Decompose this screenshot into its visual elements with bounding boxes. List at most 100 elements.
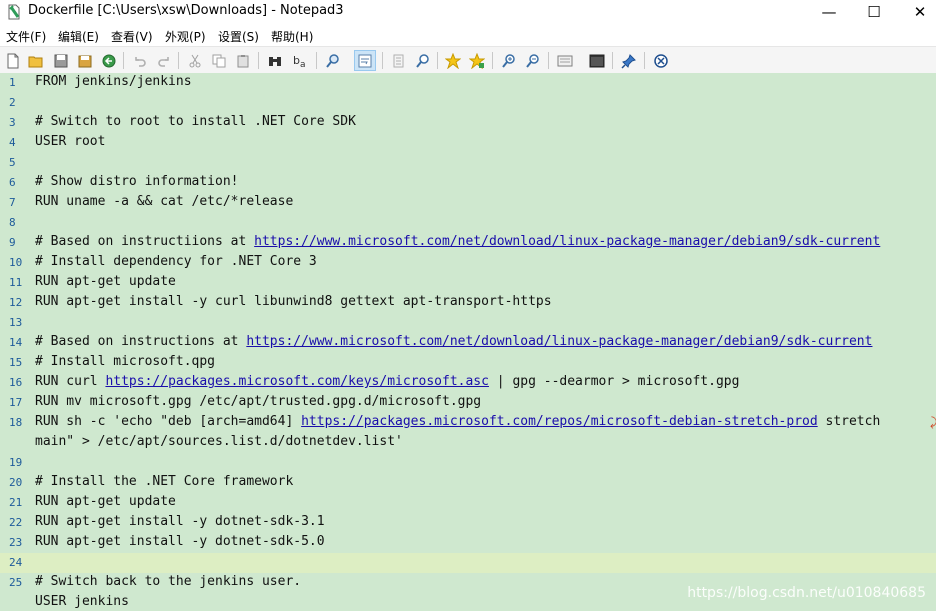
code-text: FROM jenkins/jenkins [35,74,192,89]
zoom-out-icon[interactable] [522,50,544,71]
line-number: 12 [9,296,23,309]
line-number: 9 [9,236,16,249]
line-text: RUN curl https://packages.microsoft.com/… [35,374,739,389]
line-number: 3 [9,116,16,129]
find-in-files-icon[interactable] [322,50,344,71]
line-text: # Install the .NET Core framework [35,474,293,489]
code-text: # Based on instructions at [35,334,247,349]
editor-line[interactable]: 19 [0,453,936,473]
find-icon[interactable] [264,50,286,71]
replace-icon[interactable]: ba [289,50,311,71]
code-text: # Show distro information! [35,174,239,189]
editor-line[interactable]: 5 [0,153,936,173]
editor-line[interactable]: 12 RUN apt-get install -y curl libunwind8… [0,293,936,313]
line-number: 21 [9,496,23,509]
code-text: RUN apt-get install -y curl libunwind8 g… [35,294,552,309]
editor-line[interactable]: 4 USER root [0,133,936,153]
favorite-icon[interactable] [442,50,464,71]
line-text: # Based on instructiions at https://www.… [35,234,880,249]
minimize-button[interactable]: — [806,0,852,24]
terminal-icon[interactable] [586,50,608,71]
editor-line[interactable]: 24 [0,553,936,573]
line-number: 2 [9,96,16,109]
code-text: USER jenkins [35,594,129,609]
code-text: RUN apt-get update [35,494,176,509]
line-number: 25 [9,576,23,589]
maximize-button[interactable]: ☐ [851,0,897,24]
code-text: RUN sh -c 'echo "deb [arch=amd64] [35,414,302,429]
line-number: 15 [9,356,23,369]
cut-icon[interactable] [184,50,206,71]
redo-icon[interactable] [153,50,175,71]
line-text: # Switch to root to install .NET Core SD… [35,114,356,129]
line-text: RUN uname -a && cat /etc/*release [35,194,293,209]
zoom-in-icon[interactable] [498,50,520,71]
word-wrap-icon[interactable] [354,50,376,71]
toolbar: ba [0,46,936,75]
copy-icon[interactable] [208,50,230,71]
line-number: 22 [9,516,23,529]
editor-line[interactable]: 16 RUN curl https://packages.microsoft.co… [0,373,936,393]
editor-line[interactable]: 9 # Based on instructiions at https://www… [0,233,936,253]
editor-line[interactable]: 13 [0,313,936,333]
exit-icon[interactable] [650,50,672,71]
scheme-icon[interactable] [554,50,576,71]
editor-line[interactable]: 2 [0,93,936,113]
save-icon[interactable] [50,50,72,71]
editor-line[interactable]: 17 RUN mv microsoft.gpg /etc/apt/trusted.… [0,393,936,413]
save-as-icon[interactable] [74,50,96,71]
line-number: 8 [9,216,16,229]
menu-edit[interactable]: 编辑(E) [58,28,99,45]
editor-line[interactable]: main" > /etc/apt/sources.list.d/dotnetde… [0,433,936,453]
line-text: # Based on instructions at https://www.m… [35,334,872,349]
line-text: main" > /etc/apt/sources.list.d/dotnetde… [35,434,403,449]
new-file-icon[interactable] [2,50,24,71]
line-number: 7 [9,196,16,209]
copy-all-icon[interactable] [388,50,410,71]
code-text: RUN curl [35,374,106,389]
pin-icon[interactable] [618,50,640,71]
editor-line[interactable]: 21 RUN apt-get update [0,493,936,513]
zoom-find-icon[interactable] [412,50,434,71]
open-folder-icon[interactable] [25,50,47,71]
hyperlink[interactable]: https://packages.microsoft.com/keys/micr… [105,374,489,389]
svg-text:b: b [293,54,300,67]
line-text: RUN mv microsoft.gpg /etc/apt/trusted.gp… [35,394,481,409]
editor-line[interactable]: 7 RUN uname -a && cat /etc/*release [0,193,936,213]
line-text: RUN apt-get update [35,274,176,289]
line-number: 23 [9,536,23,549]
editor-line[interactable]: 22 RUN apt-get install -y dotnet-sdk-3.1 [0,513,936,533]
editor-line[interactable]: 6 # Show distro information! [0,173,936,193]
menu-appearance[interactable]: 外观(P) [165,28,206,45]
hyperlink[interactable]: https://www.microsoft.com/net/download/l… [246,334,872,349]
editor-line[interactable]: 10 # Install dependency for .NET Core 3 [0,253,936,273]
code-text: # Switch to root to install .NET Core SD… [35,114,356,129]
editor-line[interactable]: 20 # Install the .NET Core framework [0,473,936,493]
add-favorite-icon[interactable] [466,50,488,71]
editor-line[interactable]: 15 # Install microsoft.qpg [0,353,936,373]
menu-help[interactable]: 帮助(H) [271,28,313,45]
editor-line[interactable]: 23 RUN apt-get install -y dotnet-sdk-5.0 [0,533,936,553]
editor-line[interactable]: 14 # Based on instructions at https://www… [0,333,936,353]
menu-settings[interactable]: 设置(S) [218,28,259,45]
editor-line[interactable]: 1 FROM jenkins/jenkins [0,73,936,93]
revert-icon[interactable] [98,50,120,71]
editor-line[interactable]: 3 # Switch to root to install .NET Core S… [0,113,936,133]
hyperlink[interactable]: https://packages.microsoft.com/repos/mic… [301,414,818,429]
editor-line[interactable]: 18 RUN sh -c 'echo "deb [arch=amd64] http… [0,413,936,433]
menu-file[interactable]: 文件(F) [6,28,46,45]
line-number: 4 [9,136,16,149]
line-number: 17 [9,396,23,409]
close-button[interactable]: ✕ [897,0,936,24]
editor-line[interactable]: 8 [0,213,936,233]
menu-view[interactable]: 查看(V) [111,28,153,45]
line-text: FROM jenkins/jenkins [35,74,192,89]
line-number: 13 [9,316,23,329]
paste-icon[interactable] [232,50,254,71]
editor-area[interactable]: 1 FROM jenkins/jenkins 2 3 # Switch to root … [0,73,936,611]
undo-icon[interactable] [129,50,151,71]
editor-line[interactable]: 11 RUN apt-get update [0,273,936,293]
hyperlink[interactable]: https://www.microsoft.com/net/download/l… [254,234,880,249]
line-text: # Install dependency for .NET Core 3 [35,254,317,269]
line-number: 20 [9,476,23,489]
